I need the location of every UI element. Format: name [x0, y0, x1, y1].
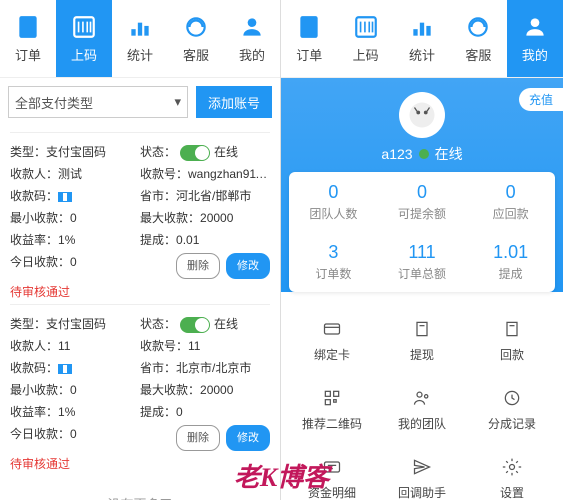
tab-order[interactable]: 订单 [0, 0, 56, 77]
detail-icon [321, 456, 343, 478]
no-more-text: 没有更多了 [0, 482, 280, 500]
status-toggle[interactable] [180, 317, 210, 333]
delete-button[interactable]: 删除 [176, 253, 220, 279]
recharge-button[interactable]: 充值 [519, 88, 563, 111]
add-account-button[interactable]: 添加账号 [196, 86, 272, 118]
pending-status: 待审核通过 [10, 455, 270, 472]
stat-orders[interactable]: 3订单数 [289, 232, 378, 292]
profile-hero: 充值 a123 在线 0团队人数 0可提余额 0应回款 3订单数 111订单总额 … [281, 78, 563, 292]
stats-icon [126, 13, 154, 41]
qrcode-icon[interactable] [58, 364, 72, 374]
grid-refund[interactable]: 回款 [467, 306, 557, 375]
tab-stats[interactable]: 统计 [394, 0, 450, 77]
online-dot-icon [419, 149, 429, 159]
order-icon [295, 13, 323, 41]
stat-comm[interactable]: 1.01提成 [466, 232, 555, 292]
grid-record[interactable]: 分成记录 [467, 375, 557, 444]
tab-qr[interactable]: 上码 [56, 0, 112, 77]
grid-settings[interactable]: 设置 [467, 444, 557, 500]
account-card: 类型：支付宝固码状态：在线 收款人：11收款号：11 收款码：省市：北京市/北京… [10, 304, 270, 476]
callback-icon [411, 456, 433, 478]
team-icon [411, 387, 433, 409]
user-icon [521, 13, 549, 41]
qrcode-icon [321, 387, 343, 409]
delete-button[interactable]: 删除 [176, 425, 220, 451]
grid-callback[interactable]: 回调助手 [377, 444, 467, 500]
settings-icon [501, 456, 523, 478]
card-icon [321, 318, 343, 340]
pending-status: 待审核通过 [10, 283, 270, 300]
qr-icon [70, 13, 98, 41]
stat-team[interactable]: 0团队人数 [289, 172, 378, 232]
grid-team[interactable]: 我的团队 [377, 375, 467, 444]
support-icon [464, 13, 492, 41]
record-icon [501, 387, 523, 409]
account-card: 类型：支付宝固码状态：在线 收款人：测试收款号：wangzhan911@.. 收… [10, 132, 270, 304]
stats-icon [408, 13, 436, 41]
qr-icon [352, 13, 380, 41]
refund-icon [501, 318, 523, 340]
tab-my[interactable]: 我的 [224, 0, 280, 77]
stat-balance[interactable]: 0可提余额 [378, 172, 467, 232]
user-icon [238, 13, 266, 41]
stat-return[interactable]: 0应回款 [466, 172, 555, 232]
tab-qr[interactable]: 上码 [337, 0, 393, 77]
username: a123 [381, 146, 412, 162]
grid-bindcard[interactable]: 绑定卡 [287, 306, 377, 375]
support-icon [182, 13, 210, 41]
pay-type-select[interactable]: 全部支付类型▾ [8, 86, 188, 118]
pane-my: 订单 上码 统计 客服 我的 充值 a123 在线 0团队人数 0可提余额 0应回… [281, 0, 563, 500]
stats-card: 0团队人数 0可提余额 0应回款 3订单数 111订单总额 1.01提成 [289, 172, 555, 292]
qrcode-icon[interactable] [58, 192, 72, 202]
tab-support[interactable]: 客服 [450, 0, 506, 77]
stat-total[interactable]: 111订单总额 [378, 232, 467, 292]
order-icon [14, 13, 42, 41]
tab-my[interactable]: 我的 [507, 0, 563, 77]
grid-qrcode[interactable]: 推荐二维码 [287, 375, 377, 444]
tab-order[interactable]: 订单 [281, 0, 337, 77]
grid-detail[interactable]: 资金明细 [287, 444, 377, 500]
chevron-down-icon: ▾ [174, 94, 181, 110]
tab-stats[interactable]: 统计 [112, 0, 168, 77]
menu-grid: 绑定卡 提现 回款 推荐二维码 我的团队 分成记录 资金明细 回调助手 设置 [281, 300, 563, 500]
edit-button[interactable]: 修改 [226, 425, 270, 451]
tabbar-right: 订单 上码 统计 客服 我的 [281, 0, 563, 78]
avatar[interactable] [399, 92, 445, 138]
status-toggle[interactable] [180, 145, 210, 161]
withdraw-icon [411, 318, 433, 340]
tab-support[interactable]: 客服 [168, 0, 224, 77]
online-status: 在线 [435, 144, 463, 164]
edit-button[interactable]: 修改 [226, 253, 270, 279]
tabbar-left: 订单 上码 统计 客服 我的 [0, 0, 280, 78]
grid-withdraw[interactable]: 提现 [377, 306, 467, 375]
pane-shangma: 订单 上码 统计 客服 我的 全部支付类型▾ 添加账号 类型：支付宝固码状态：在… [0, 0, 281, 500]
